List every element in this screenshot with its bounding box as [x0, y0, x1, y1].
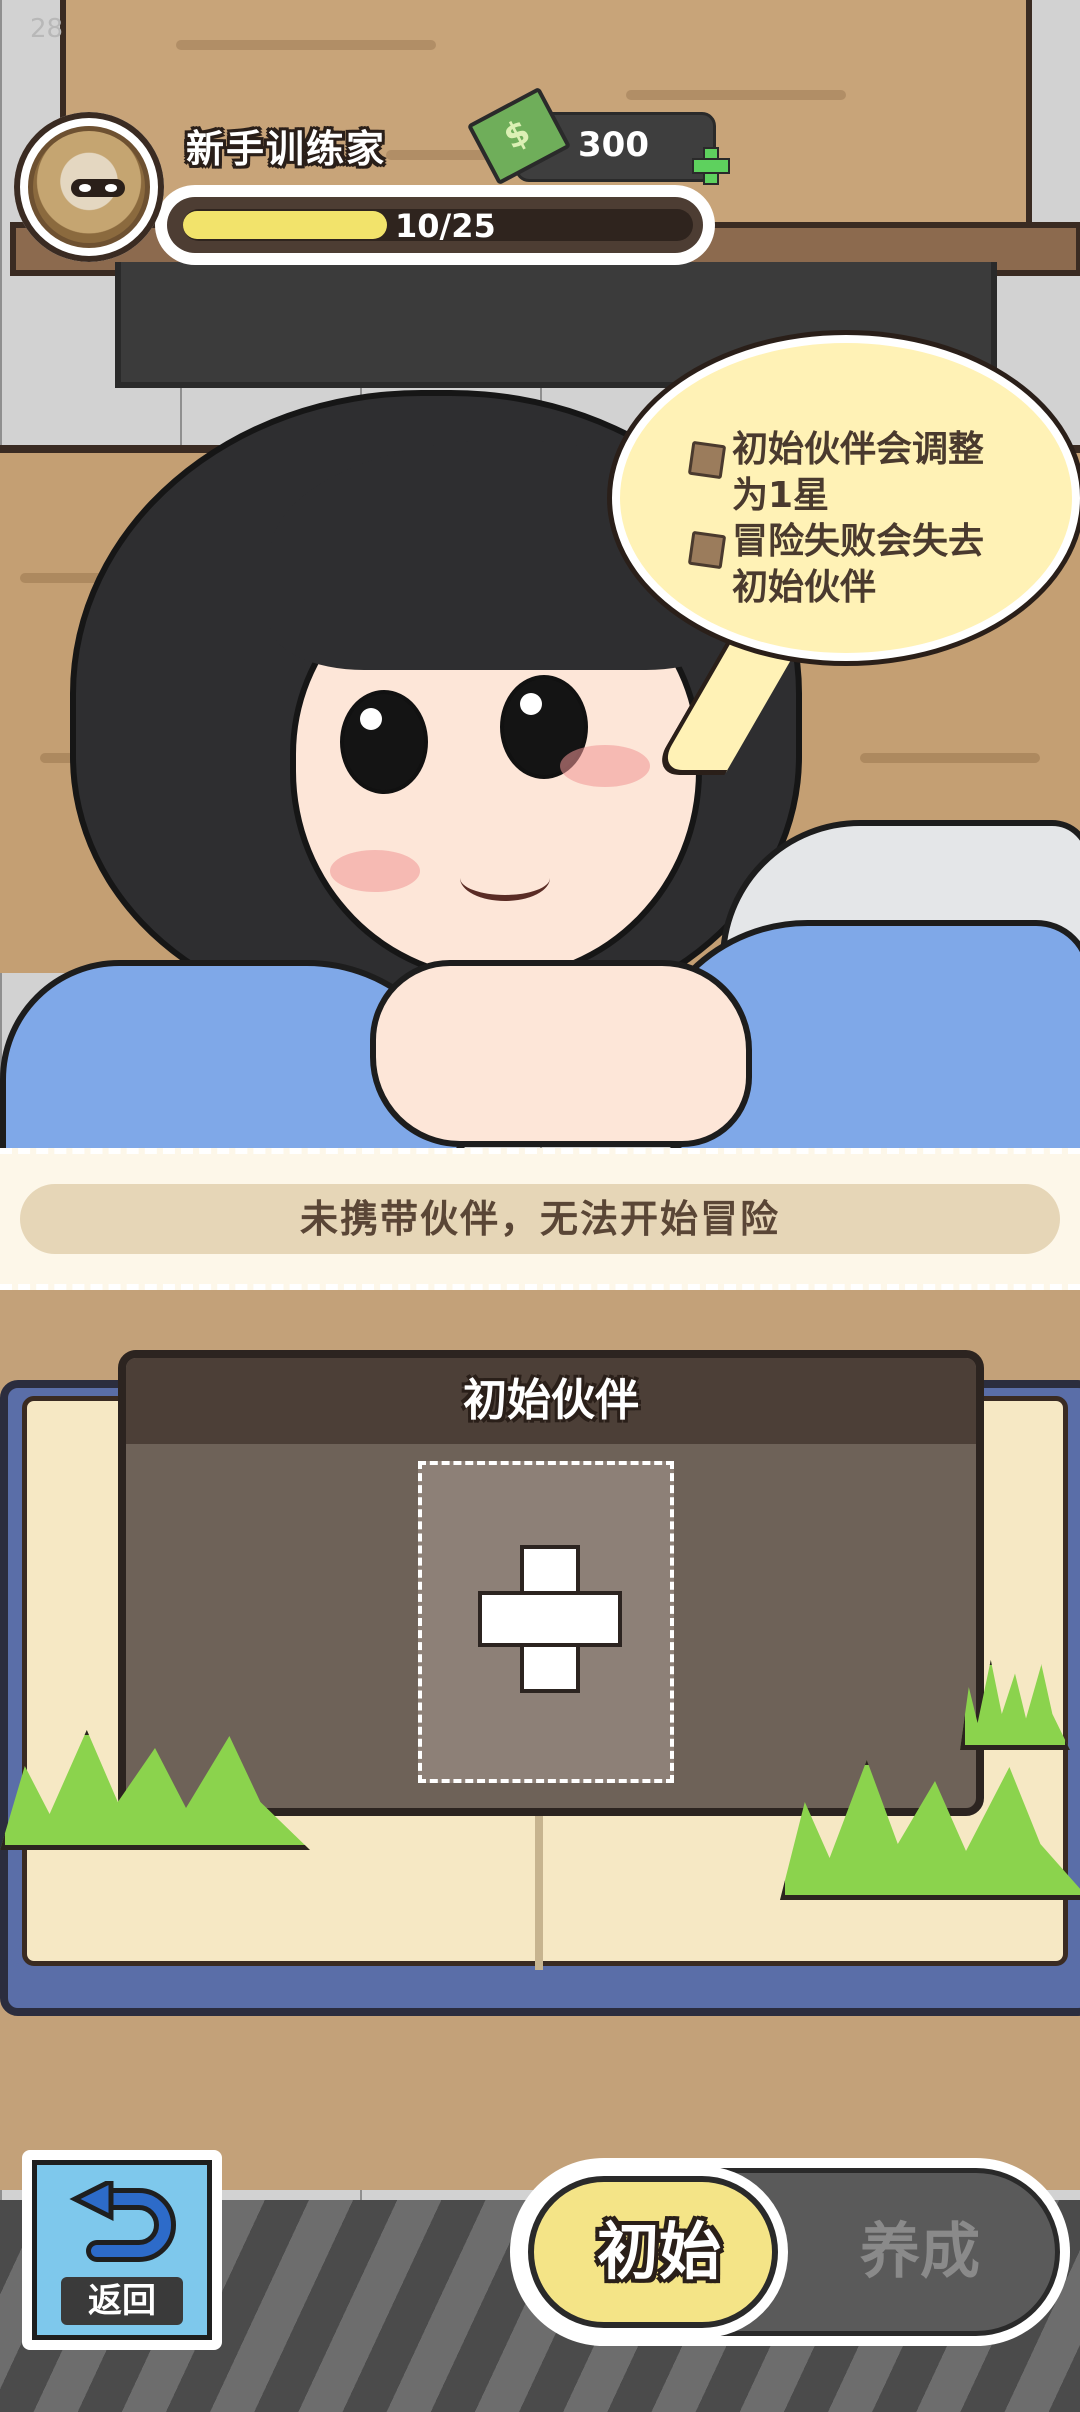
player-avatar[interactable]	[14, 112, 164, 262]
xp-text: 10/25	[395, 207, 496, 245]
wood-grain	[176, 40, 436, 50]
bubble-line-4: 初始伙伴	[732, 567, 877, 608]
owl-eye	[79, 184, 91, 192]
plus-icon	[478, 1591, 622, 1647]
owl-avatar-icon	[28, 126, 150, 248]
bubble-line-1: 初始伙伴会调整	[732, 429, 985, 470]
notice-banner: 未携带伙伴，无法开始冒险	[0, 1148, 1080, 1290]
player-name: 新手训练家	[186, 127, 387, 171]
girl-blush-left	[330, 850, 420, 892]
girl-blush-right	[560, 745, 650, 787]
tab-initial-face: 初始	[528, 2176, 778, 2328]
wood-grain	[626, 90, 846, 100]
bubble-line-2: 为1星	[732, 475, 830, 516]
girl-smile	[460, 855, 550, 901]
bullet-icon	[687, 440, 727, 480]
wood-grain	[860, 753, 1040, 763]
back-label: 返回	[88, 2281, 156, 2321]
xp-track: 10/25	[167, 197, 703, 253]
speech-bubble: 初始伙伴会调整 为1星 冒险失败会失去 初始伙伴	[612, 335, 1080, 661]
money-amount: 300	[578, 125, 649, 165]
xp-bar: 10/25	[155, 185, 715, 265]
bubble-line-3: 冒险失败会失去	[732, 521, 985, 562]
xp-fill	[183, 211, 387, 239]
fps-counter: 28	[30, 14, 64, 44]
add-money-button[interactable]	[690, 145, 730, 185]
back-button-face: 返回	[32, 2160, 212, 2340]
panel-header: 初始伙伴	[126, 1358, 976, 1444]
tab-training[interactable]: 养成	[790, 2166, 1050, 2338]
partner-slot-add-button[interactable]	[418, 1461, 674, 1783]
tab-initial[interactable]: 初始	[518, 2166, 788, 2338]
girl-left-eye	[340, 690, 428, 794]
tab-initial-label: 初始	[596, 2215, 721, 2288]
panel-title: 初始伙伴	[463, 1375, 639, 1426]
notice-text: 未携带伙伴，无法开始冒险	[299, 1197, 780, 1241]
bullet-icon	[687, 530, 727, 570]
return-arrow-icon	[69, 2181, 176, 2262]
girl-hands	[370, 960, 752, 1147]
notice-pill: 未携带伙伴，无法开始冒险	[20, 1184, 1060, 1254]
back-button[interactable]: 返回	[22, 2150, 222, 2350]
owl-eye	[105, 184, 117, 192]
back-label-bg: 返回	[61, 2277, 183, 2325]
starting-partner-panel: 初始伙伴	[118, 1350, 984, 1816]
